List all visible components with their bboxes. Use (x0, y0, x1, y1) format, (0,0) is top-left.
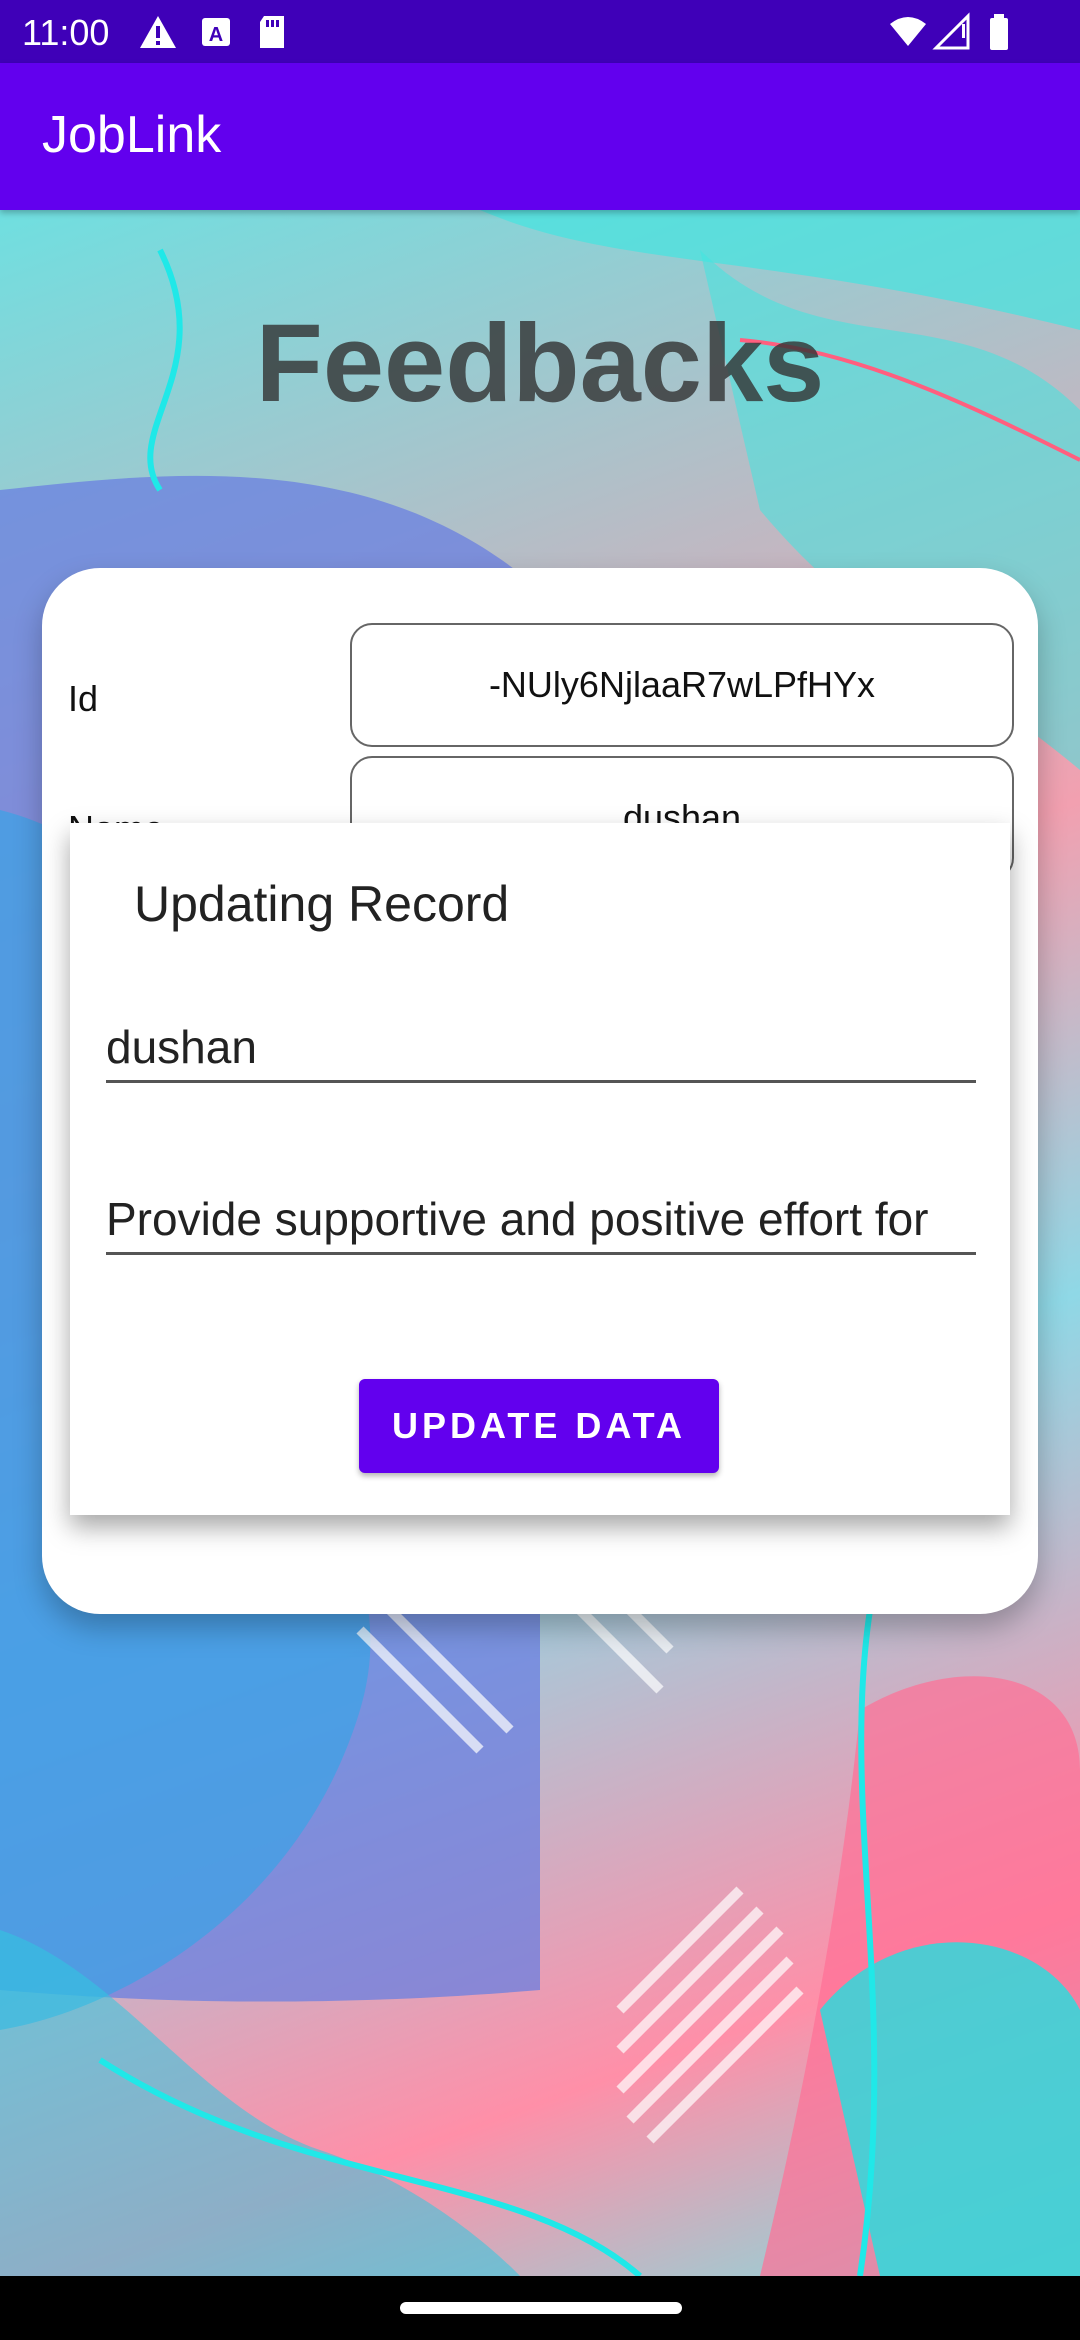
page-title: Feedbacks (255, 302, 825, 425)
signal-icon (932, 12, 972, 52)
warning-icon (138, 12, 178, 52)
status-bar: 11:00 A (0, 0, 1080, 63)
dialog-title: Updating Record (134, 876, 510, 932)
app-title: JobLink (42, 106, 222, 164)
wifi-icon (888, 12, 928, 52)
svg-text:A: A (209, 24, 223, 46)
update-record-dialog: Updating Record dushan Provide supportiv… (70, 823, 1010, 1515)
navigation-bar (0, 2276, 1080, 2340)
battery-icon (980, 12, 1020, 52)
id-label: Id (68, 678, 99, 719)
update-data-button[interactable]: UPDATE DATA (359, 1379, 719, 1473)
app-bar: JobLink (0, 63, 1080, 210)
home-handle[interactable] (400, 2302, 682, 2314)
dialog-name-input[interactable]: dushan (106, 1003, 976, 1083)
status-time: 11:00 (22, 12, 110, 53)
id-field[interactable]: -NUly6NjlaaR7wLPfHYx (350, 623, 1014, 747)
sd-card-icon (252, 12, 292, 52)
dialog-feedback-input[interactable]: Provide supportive and positive effort f… (106, 1175, 976, 1255)
text-a-icon: A (196, 12, 236, 52)
